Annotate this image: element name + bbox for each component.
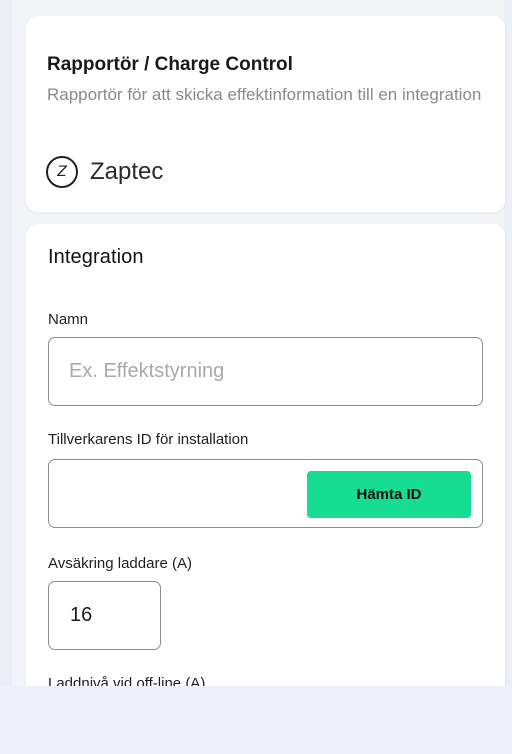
zaptec-logo-icon: Z: [46, 156, 78, 188]
right-edge-panel: [504, 0, 512, 686]
provider-description: Rapportör för att skicka effektinformati…: [47, 85, 482, 104]
name-input[interactable]: [48, 337, 483, 406]
left-edge-panel: [0, 0, 12, 686]
provider-card: Rapportör / Charge Control Rapportör för…: [26, 16, 505, 212]
fetch-id-button[interactable]: Hämta ID: [307, 471, 471, 518]
provider-title: Rapportör / Charge Control: [47, 54, 293, 75]
integration-card: Integration Namn Tillverkarens ID för in…: [26, 224, 505, 686]
fuse-label: Avsäkring laddare (A): [48, 555, 192, 572]
offline-level-label: Laddnivå vid off-line (A): [48, 675, 206, 686]
brand: Z Zaptec: [46, 156, 163, 188]
manufacturer-id-field: Hämta ID: [48, 459, 483, 528]
fuse-input[interactable]: [48, 581, 161, 650]
name-label: Namn: [48, 311, 89, 328]
brand-name: Zaptec: [90, 158, 164, 185]
manufacturer-id-input[interactable]: [49, 460, 339, 527]
bottom-bar: [0, 686, 512, 754]
manufacturer-id-label: Tillverkarens ID för installation: [48, 431, 249, 448]
integration-title: Integration: [48, 246, 144, 268]
app-viewport: Rapportör / Charge Control Rapportör för…: [0, 0, 512, 686]
